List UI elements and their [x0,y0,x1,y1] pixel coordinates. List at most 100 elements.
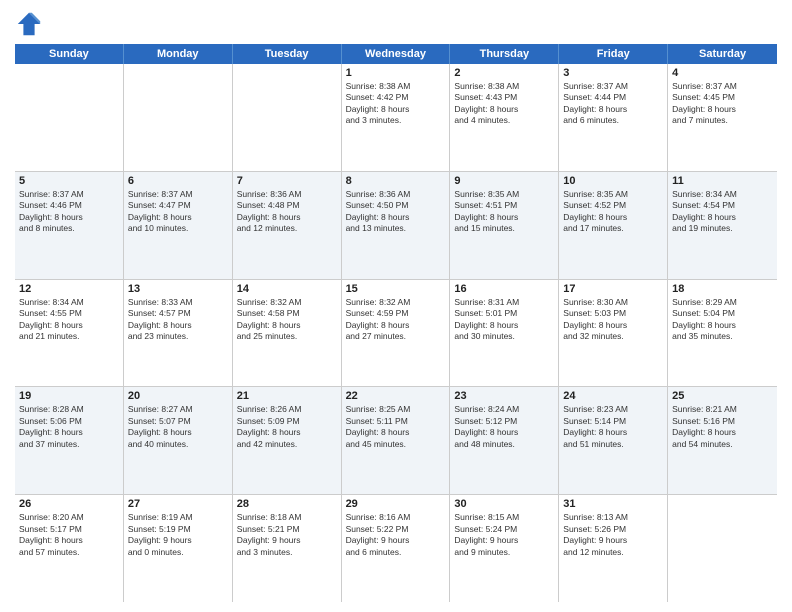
calendar-cell: 10Sunrise: 8:35 AM Sunset: 4:52 PM Dayli… [559,172,668,279]
day-number: 30 [454,498,554,510]
logo-icon [15,10,43,38]
day-info: Sunrise: 8:37 AM Sunset: 4:45 PM Dayligh… [672,81,773,127]
day-number: 13 [128,283,228,295]
calendar-header: SundayMondayTuesdayWednesdayThursdayFrid… [15,44,777,64]
calendar-cell [15,64,124,171]
calendar-cell: 1Sunrise: 8:38 AM Sunset: 4:42 PM Daylig… [342,64,451,171]
day-info: Sunrise: 8:20 AM Sunset: 5:17 PM Dayligh… [19,512,119,558]
day-number: 9 [454,175,554,187]
calendar-cell: 21 Sunrise: 8:26 AM Sunset: 5:09 PM Dayli… [233,387,342,494]
day-number: 23 [454,390,554,402]
calendar-row-3: 19Sunrise: 8:28 AM Sunset: 5:06 PM Dayli… [15,387,777,495]
calendar-cell: 31 Sunrise: 8:13 AM Sunset: 5:26 PM Dayli… [559,495,668,602]
calendar-cell: 2 Sunrise: 8:38 AM Sunset: 4:43 PM Daylig… [450,64,559,171]
calendar-body: 1Sunrise: 8:38 AM Sunset: 4:42 PM Daylig… [15,64,777,602]
calendar-row-1: 5Sunrise: 8:37 AM Sunset: 4:46 PM Daylig… [15,172,777,280]
calendar-cell: 30Sunrise: 8:15 AM Sunset: 5:24 PM Dayli… [450,495,559,602]
day-info: Sunrise: 8:37 AM Sunset: 4:46 PM Dayligh… [19,189,119,235]
calendar-cell: 18 Sunrise: 8:29 AM Sunset: 5:04 PM Dayli… [668,280,777,387]
day-number: 3 [563,67,663,79]
day-number: 26 [19,498,119,510]
day-info: Sunrise: 8:33 AM Sunset: 4:57 PM Dayligh… [128,297,228,343]
header-day-friday: Friday [559,44,668,64]
day-info: Sunrise: 8:36 AM Sunset: 4:48 PM Dayligh… [237,189,337,235]
calendar-cell [668,495,777,602]
day-number: 27 [128,498,228,510]
calendar-cell: 13 Sunrise: 8:33 AM Sunset: 4:57 PM Dayli… [124,280,233,387]
day-info: Sunrise: 8:18 AM Sunset: 5:21 PM Dayligh… [237,512,337,558]
day-number: 10 [563,175,663,187]
calendar-cell: 23Sunrise: 8:24 AM Sunset: 5:12 PM Dayli… [450,387,559,494]
calendar-row-4: 26 Sunrise: 8:20 AM Sunset: 5:17 PM Dayli… [15,495,777,602]
header-day-sunday: Sunday [15,44,124,64]
day-info: Sunrise: 8:38 AM Sunset: 4:42 PM Dayligh… [346,81,446,127]
calendar-cell: 27 Sunrise: 8:19 AM Sunset: 5:19 PM Dayli… [124,495,233,602]
calendar-cell: 3 Sunrise: 8:37 AM Sunset: 4:44 PM Daylig… [559,64,668,171]
day-number: 17 [563,283,663,295]
header-day-monday: Monday [124,44,233,64]
day-info: Sunrise: 8:23 AM Sunset: 5:14 PM Dayligh… [563,404,663,450]
day-info: Sunrise: 8:32 AM Sunset: 4:58 PM Dayligh… [237,297,337,343]
day-number: 2 [454,67,554,79]
day-number: 29 [346,498,446,510]
day-info: Sunrise: 8:13 AM Sunset: 5:26 PM Dayligh… [563,512,663,558]
header-day-wednesday: Wednesday [342,44,451,64]
calendar-cell: 11 Sunrise: 8:34 AM Sunset: 4:54 PM Dayli… [668,172,777,279]
calendar-cell: 29 Sunrise: 8:16 AM Sunset: 5:22 PM Dayli… [342,495,451,602]
calendar-cell: 5Sunrise: 8:37 AM Sunset: 4:46 PM Daylig… [15,172,124,279]
day-number: 20 [128,390,228,402]
calendar-cell: 26 Sunrise: 8:20 AM Sunset: 5:17 PM Dayli… [15,495,124,602]
day-number: 15 [346,283,446,295]
day-info: Sunrise: 8:37 AM Sunset: 4:44 PM Dayligh… [563,81,663,127]
calendar-cell [124,64,233,171]
day-number: 4 [672,67,773,79]
calendar-cell: 6 Sunrise: 8:37 AM Sunset: 4:47 PM Daylig… [124,172,233,279]
day-number: 8 [346,175,446,187]
day-number: 14 [237,283,337,295]
day-number: 7 [237,175,337,187]
calendar-cell: 22 Sunrise: 8:25 AM Sunset: 5:11 PM Dayli… [342,387,451,494]
calendar-cell: 19Sunrise: 8:28 AM Sunset: 5:06 PM Dayli… [15,387,124,494]
day-number: 21 [237,390,337,402]
day-number: 24 [563,390,663,402]
calendar-cell: 17Sunrise: 8:30 AM Sunset: 5:03 PM Dayli… [559,280,668,387]
day-info: Sunrise: 8:26 AM Sunset: 5:09 PM Dayligh… [237,404,337,450]
day-number: 11 [672,175,773,187]
calendar-row-0: 1Sunrise: 8:38 AM Sunset: 4:42 PM Daylig… [15,64,777,172]
header-day-thursday: Thursday [450,44,559,64]
header-day-saturday: Saturday [668,44,777,64]
calendar-cell: 4 Sunrise: 8:37 AM Sunset: 4:45 PM Daylig… [668,64,777,171]
day-info: Sunrise: 8:38 AM Sunset: 4:43 PM Dayligh… [454,81,554,127]
day-info: Sunrise: 8:16 AM Sunset: 5:22 PM Dayligh… [346,512,446,558]
calendar-cell: 20 Sunrise: 8:27 AM Sunset: 5:07 PM Dayli… [124,387,233,494]
day-info: Sunrise: 8:25 AM Sunset: 5:11 PM Dayligh… [346,404,446,450]
calendar-cell: 14 Sunrise: 8:32 AM Sunset: 4:58 PM Dayli… [233,280,342,387]
calendar-cell: 9Sunrise: 8:35 AM Sunset: 4:51 PM Daylig… [450,172,559,279]
day-number: 12 [19,283,119,295]
day-number: 6 [128,175,228,187]
day-number: 31 [563,498,663,510]
day-info: Sunrise: 8:34 AM Sunset: 4:55 PM Dayligh… [19,297,119,343]
day-info: Sunrise: 8:29 AM Sunset: 5:04 PM Dayligh… [672,297,773,343]
logo [15,10,47,38]
day-info: Sunrise: 8:19 AM Sunset: 5:19 PM Dayligh… [128,512,228,558]
day-info: Sunrise: 8:31 AM Sunset: 5:01 PM Dayligh… [454,297,554,343]
calendar-cell [233,64,342,171]
calendar-cell: 15Sunrise: 8:32 AM Sunset: 4:59 PM Dayli… [342,280,451,387]
day-info: Sunrise: 8:37 AM Sunset: 4:47 PM Dayligh… [128,189,228,235]
day-number: 16 [454,283,554,295]
calendar-cell: 7 Sunrise: 8:36 AM Sunset: 4:48 PM Daylig… [233,172,342,279]
calendar-cell: 8Sunrise: 8:36 AM Sunset: 4:50 PM Daylig… [342,172,451,279]
calendar: SundayMondayTuesdayWednesdayThursdayFrid… [15,44,777,602]
calendar-cell: 25Sunrise: 8:21 AM Sunset: 5:16 PM Dayli… [668,387,777,494]
calendar-cell: 28 Sunrise: 8:18 AM Sunset: 5:21 PM Dayli… [233,495,342,602]
day-number: 18 [672,283,773,295]
day-number: 28 [237,498,337,510]
day-info: Sunrise: 8:21 AM Sunset: 5:16 PM Dayligh… [672,404,773,450]
day-info: Sunrise: 8:27 AM Sunset: 5:07 PM Dayligh… [128,404,228,450]
calendar-row-2: 12 Sunrise: 8:34 AM Sunset: 4:55 PM Dayli… [15,280,777,388]
day-info: Sunrise: 8:34 AM Sunset: 4:54 PM Dayligh… [672,189,773,235]
day-number: 22 [346,390,446,402]
day-info: Sunrise: 8:28 AM Sunset: 5:06 PM Dayligh… [19,404,119,450]
calendar-cell: 16 Sunrise: 8:31 AM Sunset: 5:01 PM Dayli… [450,280,559,387]
